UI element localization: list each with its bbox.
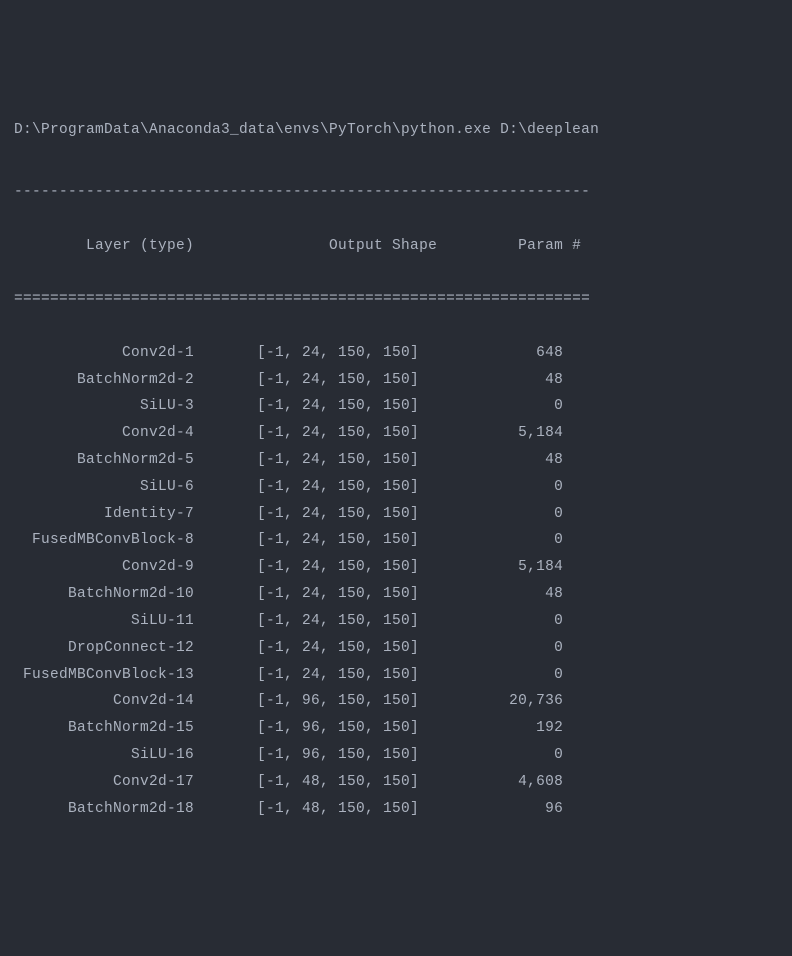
table-row: BatchNorm2d-5 [-1, 24, 150, 150] 48: [14, 447, 778, 474]
separator-top: ----------------------------------------…: [14, 179, 778, 206]
command-line: D:\ProgramData\Anaconda3_data\envs\PyTor…: [14, 117, 778, 144]
table-row: SiLU-3 [-1, 24, 150, 150] 0: [14, 393, 778, 420]
table-header: Layer (type) Output Shape Param #: [14, 233, 778, 260]
separator-header: ========================================…: [14, 286, 778, 313]
table-row: FusedMBConvBlock-13 [-1, 24, 150, 150] 0: [14, 662, 778, 689]
table-row: Identity-7 [-1, 24, 150, 150] 0: [14, 501, 778, 528]
table-row: SiLU-6 [-1, 24, 150, 150] 0: [14, 474, 778, 501]
table-row: BatchNorm2d-10 [-1, 24, 150, 150] 48: [14, 581, 778, 608]
table-row: BatchNorm2d-2 [-1, 24, 150, 150] 48: [14, 367, 778, 394]
table-row: Conv2d-14 [-1, 96, 150, 150] 20,736: [14, 688, 778, 715]
table-row: SiLU-11 [-1, 24, 150, 150] 0: [14, 608, 778, 635]
table-row: Conv2d-4 [-1, 24, 150, 150] 5,184: [14, 420, 778, 447]
table-body: Conv2d-1 [-1, 24, 150, 150] 648 BatchNor…: [14, 340, 778, 823]
table-row: DropConnect-12 [-1, 24, 150, 150] 0: [14, 635, 778, 662]
table-row: Conv2d-1 [-1, 24, 150, 150] 648: [14, 340, 778, 367]
table-row: FusedMBConvBlock-8 [-1, 24, 150, 150] 0: [14, 527, 778, 554]
table-row: Conv2d-17 [-1, 48, 150, 150] 4,608: [14, 769, 778, 796]
table-row: Conv2d-9 [-1, 24, 150, 150] 5,184: [14, 554, 778, 581]
table-row: SiLU-16 [-1, 96, 150, 150] 0: [14, 742, 778, 769]
table-row: BatchNorm2d-18 [-1, 48, 150, 150] 96: [14, 796, 778, 823]
